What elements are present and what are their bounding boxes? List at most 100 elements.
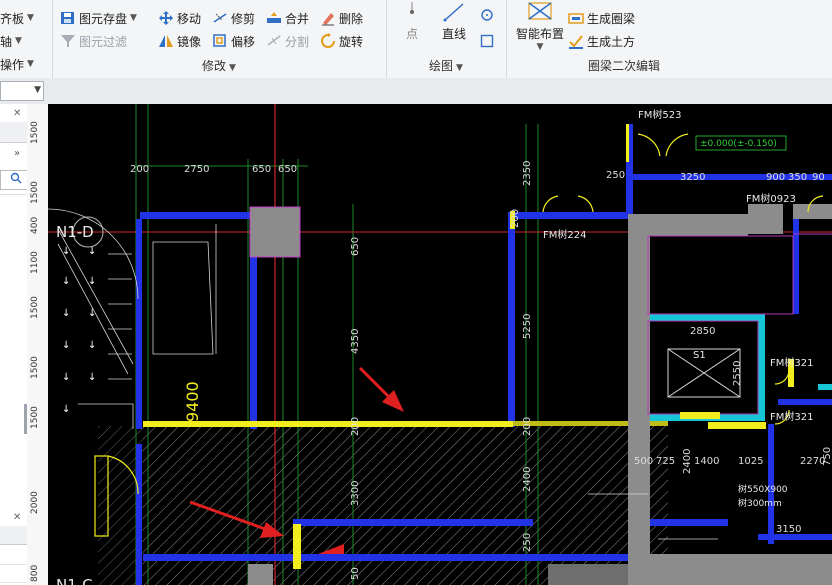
panel-row[interactable]	[0, 548, 27, 565]
draw-group-title[interactable]: 绘图 ▼	[386, 57, 506, 74]
dim-900: 900	[766, 172, 785, 183]
save-icon	[60, 10, 76, 26]
chevron-down-icon: ▼	[456, 63, 463, 73]
dim-650v: 650	[350, 237, 361, 256]
cad-drawing-canvas[interactable]: ↓ ↓ ↓ ↓ ↓ ↓ ↓ ↓ ↓ ↓ ↓ N1-D N1-C 200 2750 650 …	[48, 104, 832, 585]
ops-button[interactable]: 操作 ▼	[0, 54, 34, 74]
rotate-button[interactable]: 旋转	[320, 31, 363, 51]
dim-725: 725	[656, 456, 675, 467]
search-icon[interactable]	[10, 172, 22, 187]
chevron-down-icon: ▼	[34, 85, 41, 95]
ribbon-group-draw: 点 直线 绘图 ▼	[386, 0, 507, 78]
rotate-label: 旋转	[339, 34, 364, 49]
chevron-down-icon: ▼	[27, 59, 34, 69]
axis-label: 轴	[0, 34, 13, 49]
axis-button[interactable]: 轴 ▼	[0, 31, 22, 51]
move-icon	[158, 10, 174, 26]
panel-row[interactable]	[0, 566, 27, 583]
layer-select[interactable]: ▼	[0, 81, 44, 101]
merge-button[interactable]: 合并	[266, 8, 309, 28]
point-icon	[410, 2, 414, 14]
ruler-value: 1100	[30, 251, 40, 274]
element-filter-button[interactable]: 图元过滤	[60, 31, 127, 51]
ruler-value: 1500	[30, 406, 40, 429]
svg-text:↓: ↓	[62, 372, 70, 383]
chevron-down-icon: ▼	[15, 36, 22, 46]
ops-label: 操作	[0, 57, 25, 72]
ruler-value: 800	[30, 564, 40, 582]
door-frame-fm523	[626, 124, 629, 162]
align-board-button[interactable]: 齐板 ▼	[0, 8, 34, 28]
chevron-down-icon: ▼	[229, 63, 236, 73]
chevron-down-icon: ▼	[130, 13, 137, 23]
dim-750: 750	[822, 447, 832, 466]
smart-layout-icon	[528, 2, 552, 20]
smart-layout-button[interactable]: 智能布置 ▼	[510, 0, 570, 56]
ribbon-group-edit: 图元存盘 ▼ 图元过滤 移动 修剪 合并 删除 镜像 偏移 分割 旋转 修改 ▼	[52, 0, 387, 78]
panel-close-icon[interactable]: ✕	[13, 108, 21, 119]
dim-2400b: 2400	[682, 449, 693, 474]
align-board-label: 齐板	[0, 11, 25, 26]
axis-label-n1c: N1-C	[56, 576, 93, 585]
mirror-label: 镜像	[177, 34, 202, 49]
dim-90: 90	[812, 172, 825, 183]
panel-close-icon-2[interactable]: ✕	[13, 512, 21, 523]
svg-text:↓: ↓	[88, 340, 96, 351]
svg-text:↓: ↓	[62, 308, 70, 319]
earthwork-icon	[568, 33, 584, 49]
rectangle-tool-icon[interactable]	[480, 34, 494, 51]
line-tool[interactable]: 直线	[436, 0, 472, 42]
panel-header-2	[0, 526, 27, 545]
dim-200b: 200	[350, 417, 361, 436]
dim-2350: 2350	[522, 161, 533, 186]
svg-text:↓: ↓	[88, 308, 96, 319]
svg-text:↓: ↓	[62, 276, 70, 287]
dim-3150: 3150	[776, 524, 801, 535]
dim-50: 50	[350, 567, 361, 580]
point-tool[interactable]: 点	[396, 0, 428, 42]
edit-group-title[interactable]: 修改 ▼	[52, 57, 386, 74]
vertical-ruler: 1500 1500 400 1100 1500 1500 1500 2000 8…	[27, 104, 49, 585]
dim-250: 250	[606, 170, 625, 181]
ruler-value: 1500	[30, 121, 40, 144]
split-label: 分割	[285, 34, 310, 49]
dim-2750: 2750	[184, 164, 209, 175]
smart-layout-label: 智能布置	[515, 27, 564, 41]
mirror-button[interactable]: 镜像	[158, 31, 201, 51]
dim-5250: 5250	[522, 314, 533, 339]
dim-2850: 2850	[690, 326, 715, 337]
gen-ring-beam-button[interactable]: 生成圈梁	[568, 8, 635, 28]
delete-button[interactable]: 删除	[320, 8, 363, 28]
ribbon-group-left: 齐板 ▼ 轴 ▼ 操作 ▼	[0, 0, 53, 78]
move-button[interactable]: 移动	[158, 8, 201, 28]
door-label-fm321a: FM树321	[770, 356, 813, 369]
axis-label-n1d: N1-D	[56, 223, 94, 241]
merge-icon	[266, 10, 282, 26]
cad-drawing[interactable]: ↓ ↓ ↓ ↓ ↓ ↓ ↓ ↓ ↓ ↓ ↓ N1-D N1-C 200 2750 650 …	[48, 104, 832, 585]
beam-label-300: 树300mm	[738, 497, 782, 509]
panel-header	[0, 122, 27, 143]
circle-tool-icon[interactable]	[480, 8, 494, 25]
trim-label: 修剪	[231, 11, 256, 26]
split-icon	[266, 33, 282, 49]
line-label: 直线	[441, 27, 466, 41]
dim-650b: 650	[278, 164, 297, 175]
expand-chevrons-icon[interactable]: »	[14, 148, 20, 159]
dim-3300: 3300	[350, 481, 361, 506]
offset-button[interactable]: 偏移	[212, 31, 255, 51]
point-label: 点	[405, 27, 418, 41]
svg-text:↓: ↓	[62, 340, 70, 351]
trim-icon	[212, 10, 228, 26]
door-label-fm523: FM树523	[638, 108, 681, 121]
ribbon-group-ring-beam: 智能布置 ▼ 生成圈梁 生成土方 圈梁二次编辑	[506, 0, 832, 78]
trim-button[interactable]: 修剪	[212, 8, 255, 28]
dim-200c: 200	[522, 417, 533, 436]
ribbon-toolbar: 齐板 ▼ 轴 ▼ 操作 ▼ 图元存盘 ▼ 图元过滤 移动 修剪 合并 删除 镜像…	[0, 0, 832, 79]
offset-label: 偏移	[231, 34, 256, 49]
element-save-button[interactable]: 图元存盘 ▼	[60, 8, 137, 28]
filter-icon	[60, 33, 76, 49]
split-button[interactable]: 分割	[266, 31, 309, 51]
gen-earthwork-button[interactable]: 生成土方	[568, 31, 635, 51]
chevron-down-icon: ▼	[27, 13, 34, 23]
offset-icon	[212, 33, 228, 49]
